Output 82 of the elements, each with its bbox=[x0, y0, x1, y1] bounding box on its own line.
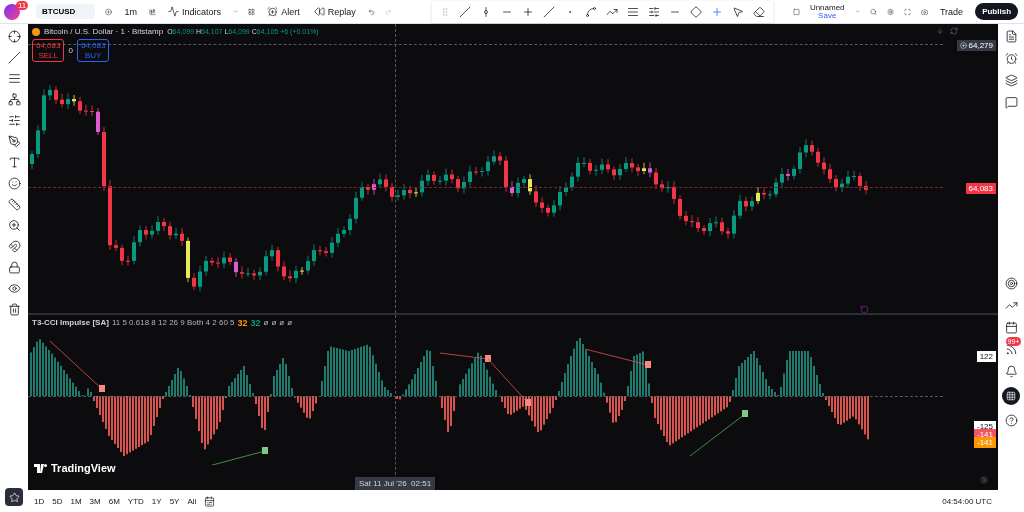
lock-icon[interactable] bbox=[7, 261, 21, 274]
chart-title: Bitcoin / U.S. Dollar · 1 · Bitstamp bbox=[44, 27, 164, 36]
crosshair-time-label: Sat 11 Jul '26 02:51 bbox=[355, 477, 436, 490]
bell-icon[interactable] bbox=[1004, 365, 1018, 378]
chat-icon[interactable] bbox=[1004, 96, 1018, 109]
range-button[interactable]: All bbox=[187, 496, 197, 506]
cursor-icon[interactable] bbox=[731, 5, 744, 18]
target-icon[interactable] bbox=[1004, 277, 1018, 290]
interval-button[interactable]: 1m bbox=[122, 4, 139, 19]
tradingview-logo-text: TradingView bbox=[51, 462, 116, 474]
tradingview-logo-icon bbox=[34, 463, 48, 473]
alarm-clock-icon[interactable] bbox=[1004, 52, 1018, 65]
eraser-icon[interactable] bbox=[752, 5, 765, 18]
range-button[interactable]: 6M bbox=[108, 496, 120, 506]
bitcoin-icon bbox=[32, 27, 40, 36]
add-symbol-icon[interactable] bbox=[105, 5, 113, 18]
refresh-icon[interactable] bbox=[950, 27, 958, 35]
indicator-value: 32 bbox=[250, 318, 261, 328]
indicators-button[interactable]: Indicators bbox=[165, 4, 223, 19]
curve-icon[interactable] bbox=[584, 5, 597, 18]
app-logo[interactable] bbox=[4, 3, 20, 20]
price-label: 64,279 bbox=[956, 40, 996, 51]
smiley-icon[interactable] bbox=[7, 177, 21, 190]
range-button[interactable]: 1D bbox=[34, 496, 45, 506]
sell-button[interactable]: 64,083 SELL bbox=[32, 39, 65, 63]
text-icon[interactable] bbox=[7, 156, 21, 169]
range-button[interactable]: YTD bbox=[127, 496, 144, 506]
magnet-icon[interactable] bbox=[7, 240, 21, 253]
rewind-icon bbox=[313, 6, 325, 17]
help-icon[interactable] bbox=[1004, 414, 1018, 427]
settings-icon[interactable] bbox=[886, 5, 894, 18]
range-button[interactable]: 5D bbox=[52, 496, 63, 506]
diagonal-line-icon[interactable] bbox=[458, 5, 471, 18]
chart-icon bbox=[167, 6, 179, 17]
calendar-icon[interactable] bbox=[1004, 321, 1018, 334]
trend-line-icon[interactable] bbox=[7, 51, 21, 64]
ruler-icon[interactable] bbox=[7, 198, 21, 211]
crosshair-icon[interactable] bbox=[7, 30, 21, 43]
zoom-in-icon[interactable] bbox=[7, 219, 21, 232]
buy-button[interactable]: 64,083 BUY bbox=[76, 39, 110, 63]
indicator-params: 11 5 0.618 8 12 26 9 Both 4 2 60 5 bbox=[111, 318, 235, 328]
parallel-lines-icon[interactable] bbox=[626, 5, 639, 18]
replay-button[interactable]: Replay bbox=[311, 4, 358, 19]
layers-icon[interactable] bbox=[1004, 74, 1018, 87]
line-tool-icon[interactable] bbox=[542, 5, 555, 18]
trend-icon[interactable] bbox=[1004, 299, 1018, 312]
calendar-icon[interactable] bbox=[204, 495, 216, 507]
range-button[interactable]: 5Y bbox=[169, 496, 180, 506]
indicator-value: ø bbox=[263, 318, 269, 328]
publish-button[interactable]: Publish bbox=[975, 3, 1019, 20]
pen-icon[interactable] bbox=[7, 135, 21, 148]
scale-label: 122 bbox=[976, 351, 996, 362]
clock-label[interactable]: 04:54:00 UTC bbox=[942, 496, 992, 506]
price-label: 64,083 bbox=[965, 183, 996, 194]
range-button[interactable]: 3M bbox=[89, 496, 101, 506]
indicator-value: ø bbox=[271, 318, 277, 328]
watchlist-icon[interactable] bbox=[1004, 30, 1018, 43]
star-icon bbox=[8, 491, 20, 503]
favorites-button[interactable] bbox=[5, 488, 23, 506]
range-button[interactable]: 1Y bbox=[151, 496, 162, 506]
eye-icon[interactable] bbox=[7, 282, 21, 295]
scale-label: -141 bbox=[974, 437, 996, 448]
apps-button[interactable] bbox=[1002, 387, 1020, 405]
indicator-value: 32 bbox=[237, 318, 248, 328]
layout-name-button[interactable]: Unnamed Save bbox=[809, 3, 845, 20]
trade-button[interactable]: Trade bbox=[937, 4, 966, 19]
indicator-value: ø bbox=[279, 318, 285, 328]
notification-badge: 11 bbox=[16, 0, 29, 10]
cross-line-icon[interactable] bbox=[521, 5, 534, 18]
feed-icon[interactable] bbox=[1004, 343, 1018, 356]
grid-icon bbox=[1006, 391, 1016, 401]
alert-button[interactable]: Alert bbox=[265, 4, 302, 19]
alarm-clock-icon bbox=[267, 6, 279, 17]
lines-icon[interactable] bbox=[7, 72, 21, 85]
range-button[interactable]: 1M bbox=[70, 496, 82, 506]
spread-value: 0 bbox=[68, 46, 73, 56]
trash-icon[interactable] bbox=[7, 303, 21, 316]
diamond-icon[interactable] bbox=[689, 5, 702, 18]
indicator-name[interactable]: T3-CCI Impulse [SA] bbox=[32, 318, 109, 328]
symbol-search-button[interactable]: BTCUSD bbox=[36, 4, 96, 19]
indicator-value: ø bbox=[287, 318, 293, 328]
plus-icon[interactable] bbox=[959, 42, 967, 49]
